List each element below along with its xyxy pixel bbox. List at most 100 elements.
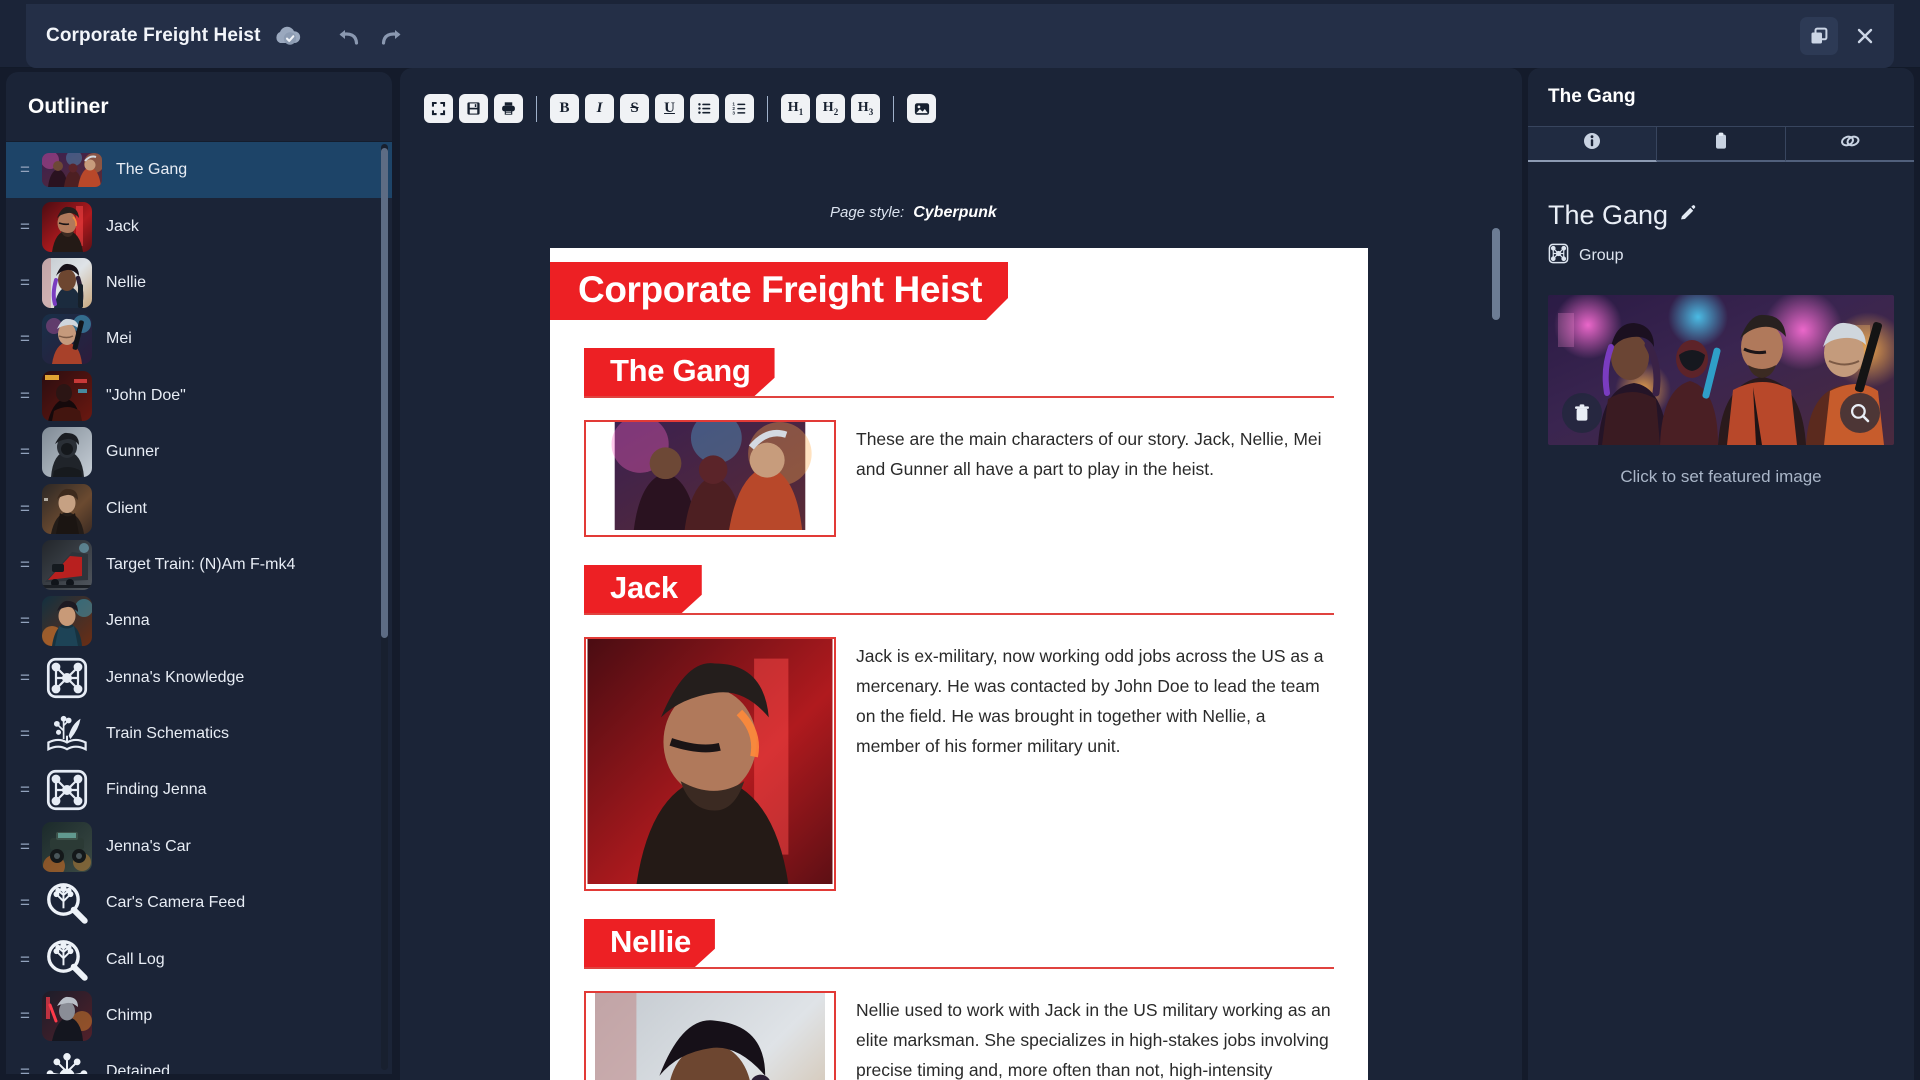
- outliner-item-label: Jenna: [106, 612, 150, 630]
- document-page[interactable]: Corporate Freight Heist The Gang These are…: [550, 248, 1368, 1080]
- toolbar-button-label: H2: [822, 100, 839, 117]
- close-icon[interactable]: [1846, 17, 1884, 55]
- drag-handle-icon[interactable]: =: [20, 780, 42, 800]
- toolbar-button-label: H3: [857, 100, 874, 117]
- svg-text:3: 3: [732, 110, 735, 115]
- window-controls: [1800, 17, 1884, 55]
- outliner-item-the-gang[interactable]: = The Gang: [6, 142, 392, 199]
- drag-handle-icon[interactable]: =: [20, 386, 42, 406]
- outliner-item-jenna-s-car[interactable]: = Jenna's Car: [6, 819, 392, 875]
- outliner-item-thumbnail: [42, 596, 92, 647]
- italic-button[interactable]: I: [585, 94, 614, 123]
- link-icon: [1838, 131, 1862, 156]
- entity-panel-title: The Gang: [1548, 86, 1636, 107]
- page-title: Corporate Freight Heist: [46, 25, 261, 46]
- outliner-item-client[interactable]: = Client: [6, 480, 392, 536]
- outliner-item-car-s-camera-feed[interactable]: = Car's Camera Feed: [6, 875, 392, 931]
- page-style-value[interactable]: Cyberpunk: [913, 204, 997, 221]
- heading-2-button[interactable]: H2: [816, 94, 845, 123]
- outliner-item-detained[interactable]: = Detained: [6, 1044, 392, 1074]
- bullet-list-button[interactable]: [690, 94, 719, 123]
- drag-handle-icon[interactable]: =: [20, 724, 42, 744]
- drag-handle-icon[interactable]: =: [20, 442, 42, 462]
- bold-button[interactable]: B: [550, 94, 579, 123]
- outliner-item-jenna[interactable]: = Jenna: [6, 593, 392, 649]
- document-title[interactable]: Corporate Freight Heist: [550, 262, 1008, 320]
- fullscreen-button[interactable]: [424, 94, 453, 123]
- outliner-item-nellie[interactable]: = Nellie: [6, 255, 392, 311]
- outliner-item-thumbnail: [42, 991, 92, 1042]
- outliner-item-thumbnail: [42, 427, 92, 478]
- document-section-heading-row: Nellie: [550, 919, 1368, 967]
- drag-handle-icon[interactable]: =: [20, 160, 42, 180]
- document-section-heading[interactable]: Nellie: [584, 919, 715, 967]
- redo-arrow-icon[interactable]: [378, 23, 404, 49]
- document-section-heading[interactable]: Jack: [584, 565, 702, 613]
- heading-3-button[interactable]: H3: [851, 94, 880, 123]
- numbered-list-button[interactable]: 123: [725, 94, 754, 123]
- outliner-item-label: Jenna's Knowledge: [106, 668, 245, 686]
- tab-links[interactable]: [1786, 127, 1914, 162]
- outliner-list: = The Gang = Jack = Nellie = Mei = "John Doe" = Gun…: [6, 142, 392, 1074]
- tab-notes[interactable]: [1657, 127, 1786, 162]
- outliner-item-call-log[interactable]: = Call Log: [6, 931, 392, 987]
- document-section-text[interactable]: Nellie used to work with Jack in the US …: [856, 991, 1334, 1080]
- outliner-item-target-train-n-am-f-mk4[interactable]: = Target Train: (N)Am F-mk4: [6, 537, 392, 593]
- drag-handle-icon[interactable]: =: [20, 555, 42, 575]
- cloud-check-icon: [272, 25, 302, 47]
- document-section-text[interactable]: These are the main characters of our sto…: [856, 420, 1334, 537]
- drag-handle-icon[interactable]: =: [20, 217, 42, 237]
- insert-image-button[interactable]: [907, 94, 936, 123]
- document-section-heading[interactable]: The Gang: [584, 348, 775, 396]
- outliner-item-gunner[interactable]: = Gunner: [6, 424, 392, 480]
- document-section-image[interactable]: [584, 991, 836, 1080]
- drag-handle-icon[interactable]: =: [20, 893, 42, 913]
- drag-handle-icon[interactable]: =: [20, 837, 42, 857]
- undo-arrow-icon[interactable]: [336, 23, 362, 49]
- toolbar-separator: [767, 95, 768, 122]
- page-style-indicator: Page style: Cyberpunk: [830, 204, 997, 222]
- document-scroll-track: [1492, 228, 1500, 1080]
- group-icon: [1548, 243, 1569, 269]
- tab-info[interactable]: [1528, 127, 1657, 162]
- title-bar: Corporate Freight Heist: [0, 0, 1920, 68]
- underline-button[interactable]: U: [655, 94, 684, 123]
- outliner-item-label: Call Log: [106, 950, 165, 968]
- drag-handle-icon[interactable]: =: [20, 1006, 42, 1026]
- outliner-item-thumbnail: [42, 201, 92, 252]
- outliner-item-label: Client: [106, 499, 147, 517]
- document-section-text[interactable]: Jack is ex-military, now working odd job…: [856, 637, 1334, 891]
- drag-handle-icon[interactable]: =: [20, 611, 42, 631]
- outliner-scrollbar[interactable]: [381, 148, 388, 638]
- drag-handle-icon[interactable]: =: [20, 499, 42, 519]
- drag-handle-icon[interactable]: =: [20, 329, 42, 349]
- featured-image[interactable]: [1548, 295, 1894, 445]
- search-icon[interactable]: [1840, 393, 1880, 433]
- print-button[interactable]: [494, 94, 523, 123]
- document-section-image[interactable]: [584, 420, 836, 537]
- document-scrollbar[interactable]: [1492, 228, 1500, 320]
- outliner-item-john-doe[interactable]: = "John Doe": [6, 368, 392, 424]
- trash-icon[interactable]: [1562, 393, 1602, 433]
- event-icon: [42, 1047, 92, 1074]
- drag-handle-icon[interactable]: =: [20, 273, 42, 293]
- outliner-item-mei[interactable]: = Mei: [6, 311, 392, 367]
- heading-1-button[interactable]: H1: [781, 94, 810, 123]
- drag-handle-icon[interactable]: =: [20, 950, 42, 970]
- restore-window-icon[interactable]: [1800, 17, 1838, 55]
- outliner-item-finding-jenna[interactable]: = Finding Jenna: [6, 762, 392, 818]
- featured-image-caption[interactable]: Click to set featured image: [1528, 467, 1914, 487]
- outliner-item-jenna-s-knowledge[interactable]: = Jenna's Knowledge: [6, 650, 392, 706]
- outliner-item-jack[interactable]: = Jack: [6, 198, 392, 254]
- outliner-item-train-schematics[interactable]: = Train Schematics: [6, 706, 392, 762]
- document-section-image[interactable]: [584, 637, 836, 891]
- strikethrough-button[interactable]: S: [620, 94, 649, 123]
- save-button[interactable]: [459, 94, 488, 123]
- outliner-item-chimp[interactable]: = Chimp: [6, 988, 392, 1044]
- pencil-icon[interactable]: [1678, 204, 1697, 228]
- toolbar-separator: [536, 95, 537, 122]
- outliner-item-label: Gunner: [106, 443, 160, 461]
- drag-handle-icon[interactable]: =: [20, 1062, 42, 1074]
- drag-handle-icon[interactable]: =: [20, 668, 42, 688]
- document-scroll-area[interactable]: Corporate Freight Heist The Gang These are…: [550, 248, 1368, 1080]
